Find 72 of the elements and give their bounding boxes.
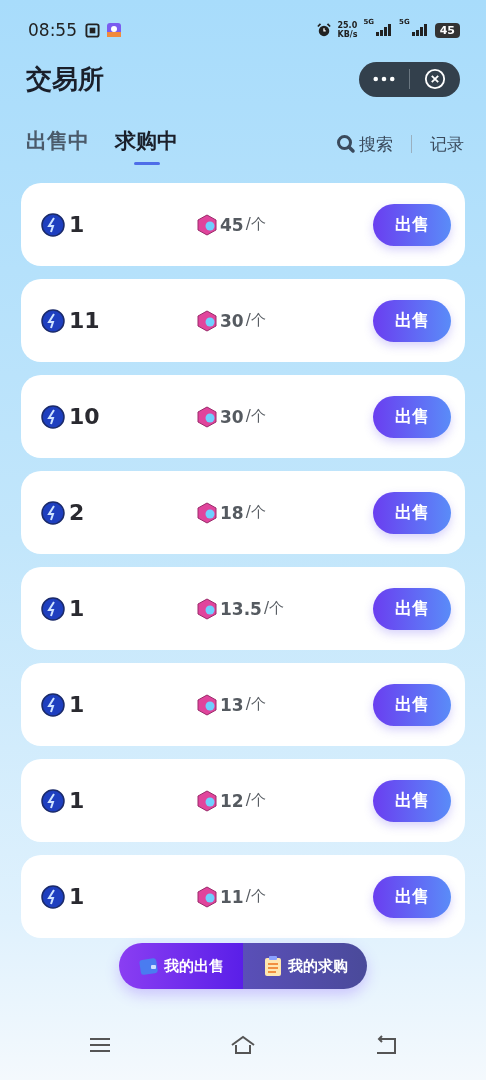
energy-coin-icon	[41, 596, 65, 621]
price: 13.5	[220, 598, 262, 619]
price-unit: /个	[245, 215, 266, 234]
price-unit: /个	[245, 407, 266, 426]
gem-icon	[196, 213, 218, 236]
home-icon[interactable]	[230, 1034, 256, 1055]
sell-button[interactable]: 出售	[373, 875, 451, 918]
quantity: 10	[69, 404, 100, 429]
bottom-tab-button[interactable]: 我的出售	[119, 943, 243, 989]
app-notification-icon	[85, 22, 100, 38]
status-time: 08:55	[28, 20, 77, 40]
signal-icon	[375, 24, 394, 36]
energy-coin-icon	[41, 788, 65, 813]
sell-button[interactable]: 出售	[373, 299, 451, 342]
bottom-tab-button[interactable]: 我的求购	[243, 943, 367, 989]
battery-level: 45	[434, 22, 460, 38]
search-button[interactable]: 搜索	[336, 132, 393, 156]
clipboard-icon	[262, 955, 284, 977]
price-unit: /个	[263, 599, 284, 618]
price-unit: /个	[245, 791, 266, 810]
quantity: 2	[69, 500, 85, 525]
network-speed-value: 25.0	[337, 21, 358, 30]
energy-coin-icon	[41, 500, 65, 525]
gem-icon	[196, 885, 218, 908]
quantity: 1	[69, 788, 85, 813]
energy-coin-icon	[41, 884, 65, 909]
price-unit: /个	[245, 887, 266, 906]
tab[interactable]: 出售中	[26, 123, 89, 165]
energy-coin-icon	[41, 308, 65, 333]
network-speed-unit: KB/s	[337, 30, 358, 39]
price: 13	[220, 694, 244, 715]
price: 30	[220, 310, 244, 331]
quantity: 1	[69, 692, 85, 717]
quantity: 1	[69, 884, 85, 909]
energy-coin-icon	[41, 404, 65, 429]
sell-button[interactable]: 出售	[373, 491, 451, 534]
menu-icon[interactable]	[89, 1035, 112, 1054]
alarm-icon	[317, 23, 332, 37]
page-title: 交易所	[26, 62, 105, 96]
wallet-icon	[138, 955, 160, 977]
quantity: 1	[69, 212, 85, 237]
price: 12	[220, 790, 244, 811]
gem-icon	[196, 405, 218, 428]
sell-button[interactable]: 出售	[373, 779, 451, 822]
records-link[interactable]: 记录	[430, 132, 464, 156]
price: 11	[220, 886, 244, 907]
quantity: 11	[69, 308, 100, 333]
sell-button[interactable]: 出售	[373, 587, 451, 630]
price: 18	[220, 502, 244, 523]
energy-coin-icon	[41, 692, 65, 717]
sell-button[interactable]: 出售	[373, 683, 451, 726]
sell-button[interactable]: 出售	[373, 203, 451, 246]
energy-coin-icon	[41, 212, 65, 237]
gem-icon	[196, 597, 218, 620]
gem-icon	[196, 789, 218, 812]
price: 30	[220, 406, 244, 427]
close-icon[interactable]	[424, 68, 446, 90]
more-icon[interactable]	[373, 76, 395, 82]
price-unit: /个	[245, 503, 266, 522]
gem-icon	[196, 309, 218, 332]
back-icon[interactable]	[374, 1034, 397, 1055]
gem-icon	[196, 693, 218, 716]
sell-button[interactable]: 出售	[373, 395, 451, 438]
quantity: 1	[69, 596, 85, 621]
app-notification-icon	[106, 22, 122, 38]
search-icon	[336, 134, 356, 154]
price-unit: /个	[245, 311, 266, 330]
price-unit: /个	[245, 695, 266, 714]
price: 45	[220, 214, 244, 235]
tab[interactable]: 求购中	[115, 123, 178, 165]
gem-icon	[196, 501, 218, 524]
signal-icon	[410, 24, 429, 36]
